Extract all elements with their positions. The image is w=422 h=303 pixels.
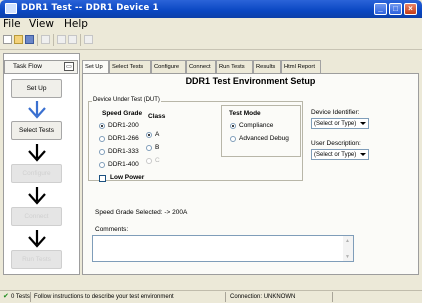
- tab-connect[interactable]: Connect: [186, 60, 216, 73]
- status-connection: Connection: UNKNOWN: [230, 294, 296, 300]
- minimize-button[interactable]: _: [374, 3, 387, 15]
- toolbar-separator: [80, 34, 81, 46]
- tab-strip: Set Up Select Tests Configure Connect Ru…: [82, 60, 419, 74]
- advanced-debug-label[interactable]: Advanced Debug: [239, 135, 289, 142]
- dut-group-label: Device Under Test (DUT): [92, 97, 161, 103]
- menu-file[interactable]: File: [3, 18, 21, 30]
- step-arrow-icon: [28, 101, 46, 119]
- class-b-radio[interactable]: [146, 145, 152, 151]
- stop-icon: [68, 35, 77, 44]
- menu-help[interactable]: Help: [64, 18, 88, 30]
- speed-ddr1-400-radio[interactable]: [99, 162, 105, 168]
- low-power-label[interactable]: Low Power: [110, 174, 144, 181]
- comments-label: Comments:: [95, 226, 129, 233]
- user-description-label: User Description:: [311, 140, 361, 147]
- speed-ddr1-200-label[interactable]: DDR1-200: [108, 122, 139, 129]
- step-run-tests-button[interactable]: Run Tests: [11, 250, 62, 269]
- app-icon: [5, 3, 17, 14]
- task-flow-toggle-icon[interactable]: ▭: [64, 62, 74, 71]
- low-power-checkbox[interactable]: [99, 175, 106, 182]
- chevron-down-icon: [360, 122, 366, 125]
- comments-textarea[interactable]: [92, 235, 354, 262]
- step-setup-button[interactable]: Set Up: [11, 79, 62, 98]
- run-icon: [57, 35, 66, 44]
- page-title: DDR1 Test Environment Setup: [185, 76, 316, 86]
- toolbar-separator: [37, 34, 38, 46]
- menu-view[interactable]: View: [29, 18, 54, 30]
- speed-ddr1-266-label[interactable]: DDR1-266: [108, 135, 139, 142]
- advanced-debug-radio[interactable]: [230, 136, 236, 142]
- speed-grade-selected-text: Speed Grade Selected: -> 200A: [95, 209, 188, 216]
- class-b-label[interactable]: B: [155, 144, 159, 151]
- device-identifier-label: Device Identifier:: [311, 109, 360, 116]
- tab-setup[interactable]: Set Up: [82, 60, 109, 74]
- speed-ddr1-333-radio[interactable]: [99, 149, 105, 155]
- user-description-combo[interactable]: (Select or Type): [311, 149, 369, 160]
- class-a-label[interactable]: A: [155, 131, 159, 138]
- chevron-down-icon: [360, 153, 366, 156]
- status-separator: [332, 292, 333, 302]
- test-mode-label: Test Mode: [229, 110, 261, 117]
- status-separator: [225, 292, 226, 302]
- step-select-tests-button[interactable]: Select Tests: [11, 121, 62, 140]
- compliance-radio[interactable]: [230, 123, 236, 129]
- compliance-label[interactable]: Compliance: [239, 122, 273, 129]
- user-description-value: (Select or Type): [314, 152, 357, 158]
- tab-html-report[interactable]: Html Report: [281, 60, 321, 73]
- status-separator: [30, 292, 31, 302]
- save-icon[interactable]: [25, 35, 34, 44]
- class-c-label: C: [155, 157, 160, 164]
- status-message: Follow instructions to describe your tes…: [34, 294, 174, 300]
- speed-ddr1-200-radio[interactable]: [99, 123, 105, 129]
- speed-ddr1-333-label[interactable]: DDR1-333: [108, 148, 139, 155]
- speed-ddr1-266-radio[interactable]: [99, 136, 105, 142]
- scroll-up-icon[interactable]: ▲: [345, 238, 350, 244]
- status-tests: 0 Tests: [11, 294, 30, 300]
- maximize-button[interactable]: □: [389, 3, 402, 15]
- open-folder-icon[interactable]: [14, 35, 23, 44]
- report-icon: [84, 35, 93, 44]
- step-connect-button[interactable]: Connect: [11, 207, 62, 226]
- class-label: Class: [148, 113, 166, 120]
- window-title: DDR1 Test -- DDR1 Device 1: [21, 3, 159, 13]
- tab-results[interactable]: Results: [253, 60, 281, 73]
- device-identifier-value: (Select or Type): [314, 121, 357, 127]
- speed-grade-label: Speed Grade: [102, 110, 143, 117]
- tab-run-tests[interactable]: Run Tests: [216, 60, 253, 73]
- new-file-icon[interactable]: [3, 35, 12, 44]
- check-icon: ✔: [3, 293, 9, 300]
- cut-icon: [41, 35, 50, 44]
- tab-configure[interactable]: Configure: [151, 60, 186, 73]
- tab-select-tests[interactable]: Select Tests: [109, 60, 151, 73]
- toolbar-separator: [53, 34, 54, 46]
- task-flow-label: Task Flow: [13, 63, 42, 70]
- step-arrow-icon: [28, 230, 46, 248]
- close-button[interactable]: ×: [404, 3, 417, 15]
- speed-ddr1-400-label[interactable]: DDR1-400: [108, 161, 139, 168]
- class-a-radio[interactable]: [146, 132, 152, 138]
- step-arrow-icon: [28, 144, 46, 162]
- device-identifier-combo[interactable]: (Select or Type): [311, 118, 369, 129]
- step-configure-button[interactable]: Configure: [11, 164, 62, 183]
- step-arrow-icon: [28, 187, 46, 205]
- scroll-down-icon[interactable]: ▼: [345, 254, 350, 260]
- class-c-radio: [146, 158, 152, 164]
